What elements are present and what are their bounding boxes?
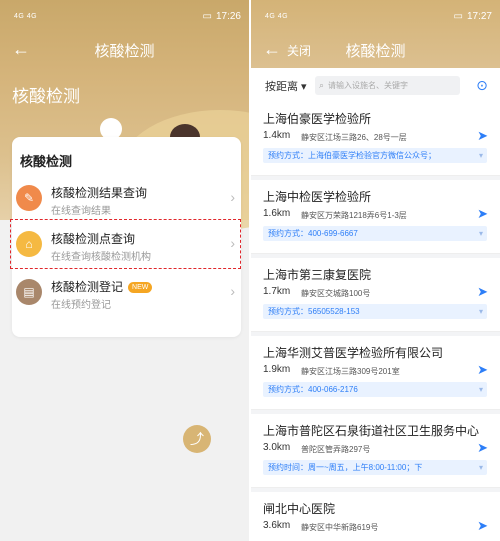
nav-bar: ← 关闭 核酸检测 bbox=[251, 32, 500, 68]
right-screen: 4G 4G ▭ 17:27 ← 关闭 核酸检测 按距离 ▾ ⌕ 请输入设施名、关… bbox=[251, 0, 500, 541]
site-address: 静安区万荣路1218弄6号1-3层 bbox=[301, 211, 407, 220]
map-view-button[interactable]: ⊙ bbox=[472, 75, 492, 95]
site-name: 上海伯豪医学检验所 bbox=[263, 112, 372, 126]
syringe-icon: ✎ bbox=[16, 185, 42, 211]
booking-info[interactable]: 预约时间：周一~周五，上午8:00-11:00；下 ▾ bbox=[263, 460, 487, 475]
map-pin-icon: ⊙ bbox=[476, 76, 488, 93]
chevron-down-icon: ▾ bbox=[478, 151, 483, 160]
item-site-query[interactable]: ⌂ 核酸检测点查询 在线查询核酸检测机构 › bbox=[12, 223, 241, 269]
nav-bar: ← 核酸检测 bbox=[0, 32, 249, 68]
site-address: 静安区交城路100号 bbox=[301, 289, 371, 298]
item-subtitle: 在线预约登记 bbox=[51, 300, 111, 311]
new-badge: NEW bbox=[128, 282, 153, 293]
site-distance: 1.9km bbox=[263, 364, 291, 375]
chevron-right-icon: › bbox=[230, 189, 235, 205]
back-arrow-icon[interactable]: ← bbox=[12, 40, 30, 58]
navigate-icon[interactable]: ➤ bbox=[477, 206, 488, 222]
list-item[interactable]: 上海市普陀区石泉街道社区卫生服务中心 3.0km 普陀区管弄路297号 ➤ 预约… bbox=[251, 414, 500, 488]
navigate-icon[interactable]: ➤ bbox=[477, 440, 488, 456]
page-title: 核酸检测 bbox=[94, 42, 155, 60]
item-label: 核酸检测点查询 bbox=[51, 232, 136, 246]
share-icon: ⤴ bbox=[190, 431, 204, 447]
card-title: 核酸检测 bbox=[20, 154, 73, 169]
service-card: 核酸检测 ✎ 核酸检测结果查询 在线查询结果 › ⌂ 核酸检测点查询 在线查询核… bbox=[12, 137, 241, 337]
search-placeholder: 请输入设施名、关键字 bbox=[328, 81, 409, 90]
status-bar: 4G 4G ▭ 17:27 bbox=[251, 0, 500, 32]
booking-info[interactable]: 预约方式：56505528-153 ▾ bbox=[263, 304, 487, 319]
site-address: 静安区中华新路619号 bbox=[301, 523, 379, 532]
booking-info[interactable]: 预约方式：400-699-6667 ▾ bbox=[263, 226, 487, 241]
booking-info[interactable]: 预约方式：上海伯豪医学检验官方微信公众号； ▾ bbox=[263, 148, 487, 163]
chevron-down-icon: ▾ bbox=[478, 229, 483, 238]
signal-icons: 4G 4G bbox=[14, 12, 38, 20]
item-label: 核酸检测结果查询 bbox=[51, 186, 148, 200]
status-bar: 4G 4G ▭ 17:26 bbox=[0, 0, 249, 32]
chevron-down-icon: ▾ bbox=[478, 307, 483, 316]
signal-icons: 4G 4G bbox=[265, 12, 289, 20]
site-name: 闸北中心医院 bbox=[263, 502, 336, 516]
site-distance: 3.6km bbox=[263, 520, 291, 531]
search-icon: ⌕ bbox=[319, 80, 325, 90]
site-distance: 1.6km bbox=[263, 208, 291, 219]
site-address: 静安区江场三路26、28号一层 bbox=[301, 133, 407, 142]
list-item[interactable]: 上海市第三康复医院 1.7km 静安区交城路100号 ➤ 预约方式：565055… bbox=[251, 258, 500, 332]
site-address: 静安区江场三路309号201室 bbox=[301, 367, 400, 376]
item-registration[interactable]: ▤ 核酸检测登记 NEW 在线预约登记 › bbox=[12, 271, 241, 317]
chevron-down-icon: ▾ bbox=[478, 385, 483, 394]
navigate-icon[interactable]: ➤ bbox=[477, 284, 488, 300]
site-name: 上海市第三康复医院 bbox=[263, 268, 372, 282]
list-item[interactable]: 上海伯豪医学检验所 1.4km 静安区江场三路26、28号一层 ➤ 预约方式：上… bbox=[251, 102, 500, 176]
close-button[interactable]: 关闭 bbox=[287, 42, 311, 59]
left-screen: 4G 4G ▭ 17:26 ← 核酸检测 核酸检测 核酸检测 ✎ 核酸检测结果查… bbox=[0, 0, 249, 541]
site-distance: 3.0km bbox=[263, 442, 291, 453]
hospital-icon: ⌂ bbox=[16, 231, 42, 257]
clipboard-icon: ▤ bbox=[16, 279, 42, 305]
back-arrow-icon[interactable]: ← bbox=[263, 40, 281, 58]
page-title: 核酸检测 bbox=[345, 42, 406, 60]
booking-info[interactable]: 预约方式：400-066-2176 ▾ bbox=[263, 382, 487, 397]
site-distance: 1.4km bbox=[263, 130, 291, 141]
share-button[interactable]: ⤴ bbox=[183, 425, 211, 453]
item-subtitle: 在线查询结果 bbox=[51, 206, 111, 217]
site-name: 上海市普陀区石泉街道社区卫生服务中心 bbox=[263, 424, 480, 438]
list-item[interactable]: 上海中检医学检验所 1.6km 静安区万荣路1218弄6号1-3层 ➤ 预约方式… bbox=[251, 180, 500, 254]
chevron-down-icon: ▾ bbox=[478, 463, 483, 472]
battery-icon: ▭ bbox=[453, 10, 463, 22]
list-item[interactable]: 闸北中心医院 3.6km 静安区中华新路619号 ➤ bbox=[251, 492, 500, 541]
site-address: 普陀区管弄路297号 bbox=[301, 445, 371, 454]
status-time: 17:26 bbox=[215, 10, 241, 22]
hero-title: 核酸检测 bbox=[12, 87, 80, 106]
sort-dropdown[interactable]: 按距离 ▾ bbox=[265, 78, 307, 94]
list-item[interactable]: 上海华测艾普医学检验所有限公司 1.9km 静安区江场三路309号201室 ➤ … bbox=[251, 336, 500, 410]
site-distance: 1.7km bbox=[263, 286, 291, 297]
navigate-icon[interactable]: ➤ bbox=[477, 362, 488, 378]
item-result-query[interactable]: ✎ 核酸检测结果查询 在线查询结果 › bbox=[12, 177, 241, 223]
site-name: 上海中检医学检验所 bbox=[263, 190, 372, 204]
chevron-right-icon: › bbox=[230, 283, 235, 299]
item-subtitle: 在线查询核酸检测机构 bbox=[51, 252, 151, 263]
status-time: 17:27 bbox=[466, 10, 492, 22]
navigate-icon[interactable]: ➤ bbox=[477, 128, 488, 144]
filter-bar: 按距离 ▾ ⌕ 请输入设施名、关键字 ⊙ bbox=[251, 68, 500, 102]
chevron-right-icon: › bbox=[230, 235, 235, 251]
navigate-icon[interactable]: ➤ bbox=[477, 518, 488, 534]
item-label: 核酸检测登记 bbox=[51, 280, 124, 294]
site-name: 上海华测艾普医学检验所有限公司 bbox=[263, 346, 444, 360]
search-input[interactable]: ⌕ 请输入设施名、关键字 bbox=[315, 76, 460, 95]
battery-icon: ▭ bbox=[202, 10, 212, 22]
